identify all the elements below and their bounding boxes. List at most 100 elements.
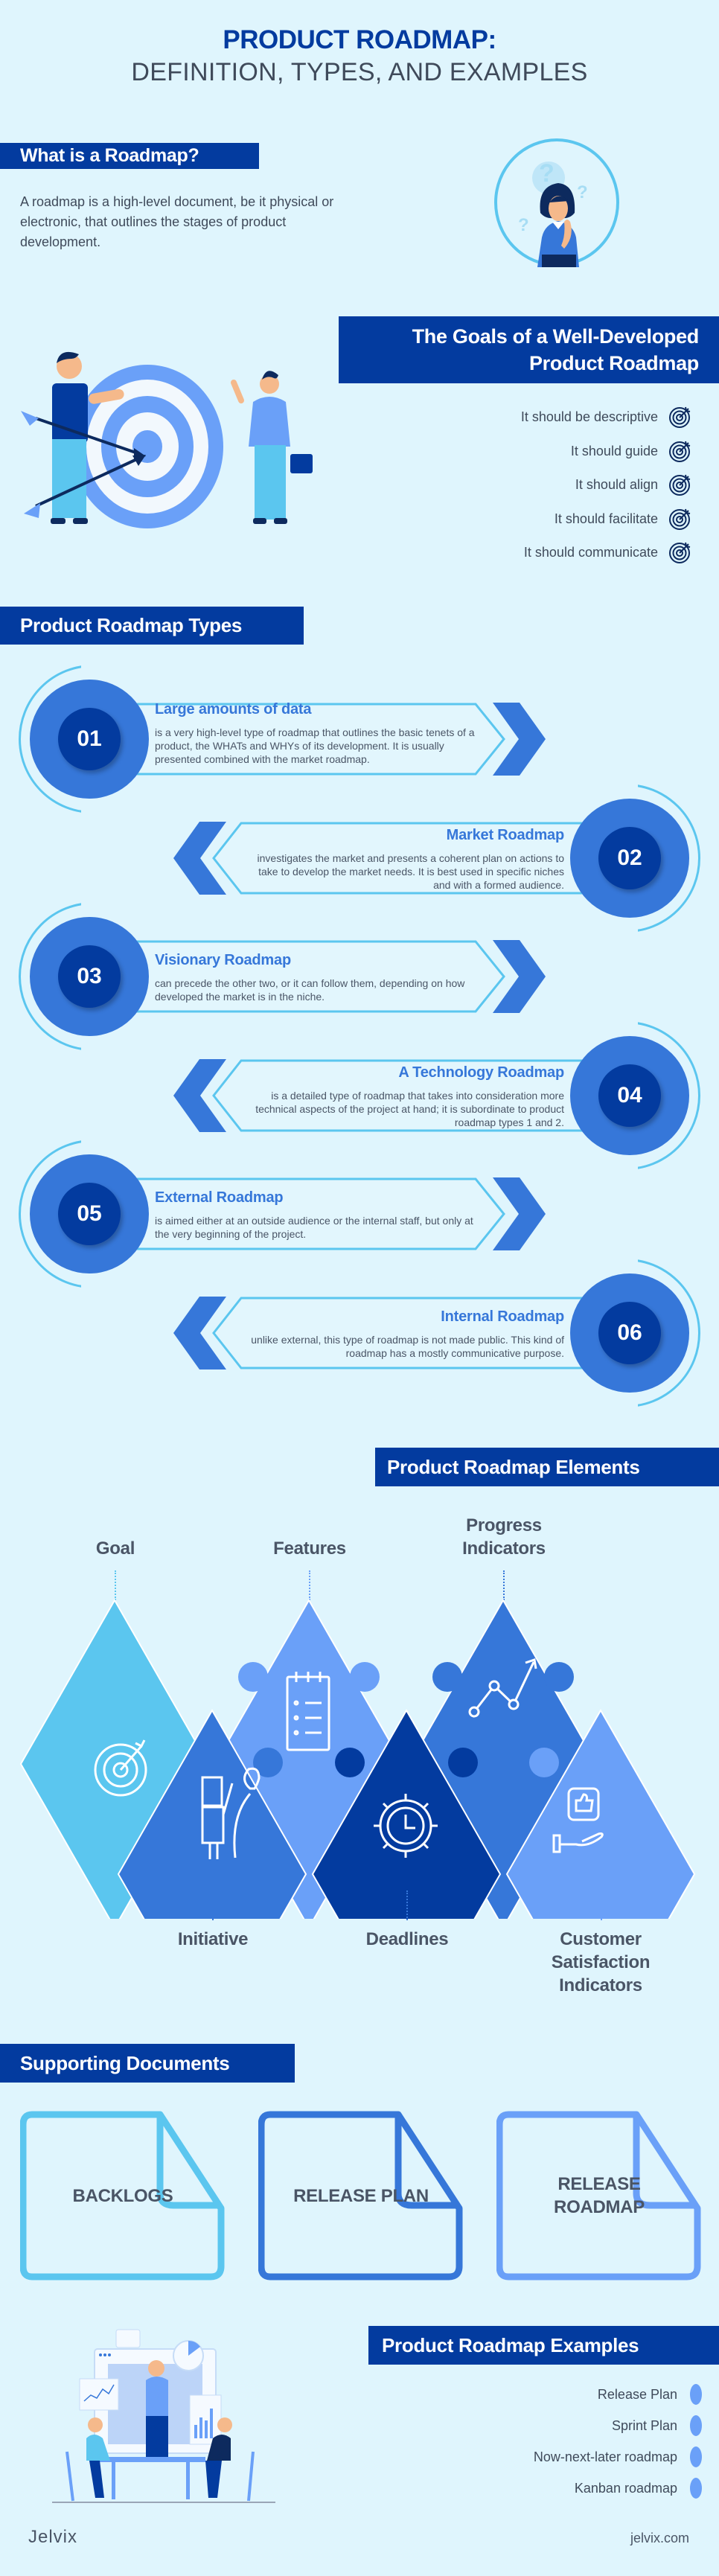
document-label: BACKLOGS (72, 2185, 173, 2206)
element-label-customer: Customer Satisfaction Indicators (551, 1929, 651, 1995)
type-text-block: Market Roadmap investigates the market an… (244, 827, 565, 892)
goal-item: It should be descriptive (521, 405, 692, 429)
type-text-block: External Roadmap is aimed either at an ou… (155, 1189, 475, 1241)
type-number: 02 (598, 827, 661, 889)
type-text-block: A Technology Roadmap is a detailed type o… (244, 1064, 564, 1129)
connector-line (309, 1570, 310, 1600)
target-icon (669, 406, 691, 428)
connector-line (212, 1891, 214, 1920)
element-label-initiative: Initiative (177, 1929, 249, 1949)
goal-label: It should guide (570, 443, 658, 458)
type-number-badge: 03 (30, 917, 149, 1036)
bullet-dot-icon (690, 2384, 702, 2405)
page-title: PRODUCT ROADMAP: (223, 25, 496, 54)
type-description: is aimed either at an outside audience o… (155, 1215, 473, 1240)
element-label-goal: Goal (95, 1538, 135, 1559)
goals-heading-line2: Product Roadmap (528, 352, 699, 374)
element-label-features: Features (273, 1538, 346, 1559)
type-text-block: Visionary Roadmap can precede the other t… (155, 952, 475, 1003)
bullet-dot-icon (690, 2415, 702, 2436)
element-label-deadlines: Deadlines (365, 1929, 449, 1949)
connector-line (115, 1570, 116, 1600)
bullet-dot-icon (690, 2478, 702, 2499)
type-number-badge: 02 (570, 799, 689, 918)
type-number: 03 (58, 945, 121, 1008)
example-label: Sprint Plan (611, 2417, 677, 2433)
bullet-dot-icon (690, 2446, 702, 2467)
example-label: Release Plan (597, 2386, 677, 2402)
type-number: 04 (598, 1064, 661, 1127)
section-heading-elements: Product Roadmap Elements (375, 1448, 719, 1486)
example-item: Kanban roadmap (575, 2478, 702, 2499)
goal-label: It should be descriptive (520, 409, 658, 424)
type-number-badge: 05 (30, 1154, 149, 1273)
type-title: Internal Roadmap (441, 1308, 564, 1325)
roadmap-type-04: 04 A Technology Roadmap is a detailed type… (0, 1021, 719, 1170)
section-heading-supporting: Supporting Documents (0, 2044, 295, 2083)
example-label: Now-next-later roadmap (533, 2449, 677, 2464)
connector-line (406, 1891, 408, 1920)
page-subtitle: DEFINITION, TYPES, AND EXAMPLES (131, 58, 588, 86)
intro-text: A roadmap is a high-level document, be i… (20, 194, 334, 249)
brand-logo: Jelvix (28, 2527, 78, 2547)
type-title: Large amounts of data (155, 701, 312, 717)
section-heading-types: Product Roadmap Types (0, 607, 304, 645)
example-item: Release Plan (598, 2384, 702, 2405)
document-label: RELEASE PLAN (293, 2185, 429, 2206)
type-number-badge: 01 (30, 680, 149, 799)
svg-text:?: ? (518, 215, 529, 235)
target-icon (669, 441, 691, 462)
type-number: 05 (58, 1183, 121, 1245)
goal-label: It should facilitate (554, 511, 658, 526)
document-card: BACKLOGS (19, 2110, 226, 2281)
roadmap-type-05: 05 External Roadmap is aimed either at an … (0, 1140, 719, 1288)
section-heading-goals: The Goals of a Well-Developed Product Ro… (339, 316, 719, 383)
type-title: Market Roadmap (446, 827, 565, 843)
thinking-woman-illustration: ? ? ? (493, 137, 621, 268)
goal-label: It should communicate (523, 544, 658, 560)
type-description: is a detailed type of roadmap that takes… (255, 1090, 564, 1128)
footer-url[interactable]: jelvix.com (630, 2531, 689, 2546)
type-number-badge: 04 (570, 1036, 689, 1155)
team-meeting-illustration (37, 2321, 283, 2505)
type-text-block: Internal Roadmap unlike external, this ty… (244, 1308, 564, 1360)
goal-item: It should facilitate (555, 507, 692, 531)
goal-label: It should align (575, 476, 658, 492)
goal-item: It should align (575, 473, 692, 496)
goals-heading-line1: The Goals of a Well-Developed (412, 325, 700, 348)
type-description: investigates the market and presents a c… (257, 852, 564, 891)
elements-puzzle (0, 1598, 719, 2040)
section-heading-what-is: What is a Roadmap? (0, 143, 259, 169)
goal-item: It should communicate (524, 540, 692, 564)
roadmap-type-03: 03 Visionary Roadmap can precede the other… (0, 902, 719, 1051)
example-item: Now-next-later roadmap (534, 2446, 702, 2467)
document-card: RELEASE ROADMAP (496, 2110, 702, 2281)
svg-text:?: ? (539, 159, 555, 188)
document-card: RELEASE PLAN (258, 2110, 464, 2281)
type-description: can precede the other two, or it can fol… (155, 977, 465, 1003)
type-number: 06 (598, 1302, 661, 1364)
example-label: Kanban roadmap (574, 2480, 677, 2496)
connector-line (503, 1570, 505, 1600)
roadmap-type-02: 02 Market Roadmap investigates the market … (0, 784, 719, 933)
type-number: 01 (58, 708, 121, 770)
target-icon (669, 474, 691, 496)
type-number-badge: 06 (570, 1273, 689, 1393)
goal-item: It should guide (571, 439, 692, 463)
type-description: unlike external, this type of roadmap is… (251, 1334, 564, 1359)
section-heading-examples: Product Roadmap Examples (368, 2326, 719, 2365)
example-item: Sprint Plan (612, 2415, 702, 2436)
target-icon (669, 542, 691, 563)
type-title: External Roadmap (155, 1189, 284, 1206)
connector-line (601, 1891, 602, 1920)
roadmap-type-01: 01 Large amounts of data is a very high-le… (0, 665, 719, 814)
roadmap-type-06: 06 Internal Roadmap unlike external, this … (0, 1259, 719, 1407)
type-title: A Technology Roadmap (398, 1064, 564, 1081)
type-text-block: Large amounts of data is a very high-leve… (155, 701, 475, 766)
element-label-progress: Progress Indicators (462, 1515, 546, 1559)
target-icon (669, 508, 691, 530)
document-label: RELEASE ROADMAP (554, 2174, 645, 2217)
svg-text:?: ? (577, 182, 588, 202)
target-team-illustration (13, 350, 319, 536)
type-description: is a very high-level type of roadmap tha… (155, 726, 475, 765)
